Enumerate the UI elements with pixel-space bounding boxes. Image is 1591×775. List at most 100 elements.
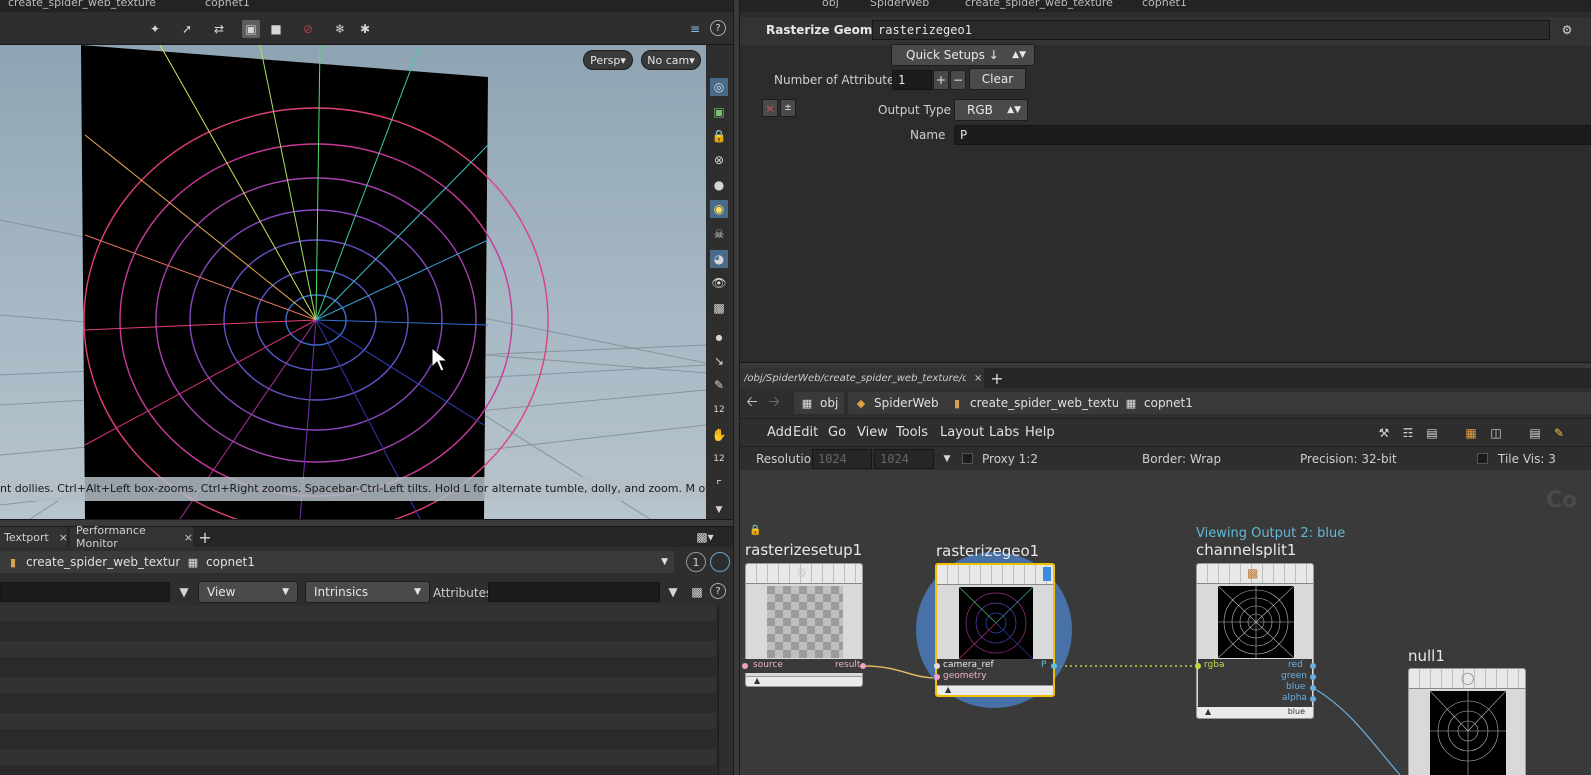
crumb-create-spider-web-texture[interactable]: ▮ create_spider_web_texture xyxy=(0,551,194,573)
view-tool-icon[interactable]: ◎ xyxy=(710,78,728,96)
top-crumb-texture[interactable]: create_spider_web_texture xyxy=(965,0,1113,9)
node-rasterizesetup1-title[interactable]: rasterizesetup1 xyxy=(745,541,862,559)
quick-setups-menu[interactable]: Quick Setups ↓ ▲▼ xyxy=(891,44,1035,66)
add-tab-icon[interactable]: + xyxy=(988,369,1006,388)
spreadsheet-table[interactable] xyxy=(0,605,733,775)
construction-plane-icon[interactable]: ⌜ xyxy=(710,476,728,494)
port-rgba[interactable] xyxy=(1195,663,1201,669)
move-tool-icon[interactable]: ➚ xyxy=(178,20,196,38)
node-header[interactable]: ⚙ xyxy=(746,564,862,584)
cam-menu[interactable]: No cam ▾ xyxy=(641,50,701,70)
port-green[interactable] xyxy=(1310,674,1316,680)
number-display-icon-2[interactable]: 12 xyxy=(710,450,728,468)
menu-labs[interactable]: Labs xyxy=(989,425,1019,440)
node-null1[interactable]: ◯ xyxy=(1408,668,1526,775)
pin-icon[interactable] xyxy=(710,552,730,572)
visibility-icon[interactable]: 👁 xyxy=(710,274,728,292)
remove-attribute-button[interactable]: − xyxy=(950,70,966,90)
pane-menu-icon[interactable]: ▩▾ xyxy=(696,528,714,546)
tab-textport[interactable]: Textport × xyxy=(0,527,68,547)
pane-divider-vertical[interactable] xyxy=(733,0,740,775)
xray-icon[interactable]: ◕ xyxy=(710,250,728,268)
dot-icon[interactable]: ● xyxy=(710,328,728,346)
res-width-field[interactable]: 1024 xyxy=(812,449,872,469)
view-menu[interactable]: View ▼ xyxy=(198,581,298,603)
port-camera-ref[interactable] xyxy=(934,663,940,669)
port-red[interactable] xyxy=(1310,663,1316,669)
top-crumb-spiderweb[interactable]: SpiderWeb xyxy=(870,0,929,9)
tab-close-icon[interactable]: × xyxy=(59,531,68,544)
wrench-icon[interactable]: ⚒ xyxy=(1375,424,1393,442)
transform-tool-icon[interactable]: ⇄ xyxy=(210,20,228,38)
camera-menu[interactable]: Persp ▾ xyxy=(583,50,633,70)
display-mode-icon[interactable]: ▣ xyxy=(242,20,260,38)
menu-tools[interactable]: Tools xyxy=(896,425,928,440)
network-editor[interactable]: Co 🔒 rasterizesetup1 ⚙ ▲ source result r… xyxy=(740,470,1591,775)
expand-icon[interactable]: ▲ xyxy=(754,676,760,685)
crumb-dropdown-icon[interactable]: ▼ xyxy=(661,557,668,567)
handle-tool-icon[interactable]: ▣ xyxy=(710,103,728,121)
crumb-copnet1[interactable]: ▦ copnet1 xyxy=(1118,392,1591,414)
table-row[interactable] xyxy=(0,623,716,639)
shading-icon[interactable]: ● xyxy=(710,176,728,194)
res-dropdown-icon[interactable]: ▼ xyxy=(938,450,956,468)
precision-label[interactable]: Precision: 32-bit xyxy=(1300,452,1397,466)
border-label[interactable]: Border: Wrap xyxy=(1142,452,1221,466)
crumb-spiderweb[interactable]: ◆ SpiderWeb xyxy=(848,392,945,414)
crumb-create-spider-web-texture[interactable]: ▮ create_spider_web_texture xyxy=(944,392,1138,414)
node-name-field[interactable]: rasterizegeo1 xyxy=(872,20,1550,40)
num-attributes-field[interactable]: 1 xyxy=(892,70,932,90)
crumb-copnet1[interactable]: ▦ copnet1 ▼ xyxy=(180,551,674,573)
node-header[interactable] xyxy=(937,565,1053,585)
tree-view-icon[interactable]: ☶ xyxy=(1399,424,1417,442)
node-header[interactable]: ◯ xyxy=(1409,669,1525,689)
attributes-filter-input[interactable] xyxy=(488,582,660,602)
node-channelsplit1-title[interactable]: channelsplit1 xyxy=(1196,541,1296,559)
menu-help[interactable]: Help xyxy=(1025,425,1055,440)
port-result[interactable] xyxy=(860,663,866,669)
tilevis-checkbox[interactable] xyxy=(1477,453,1488,464)
number-display-icon-1[interactable]: 12 xyxy=(710,401,728,419)
table-row[interactable] xyxy=(0,659,716,675)
expand-icon[interactable]: ▲ xyxy=(1205,707,1211,716)
name-field[interactable]: P xyxy=(954,125,1591,145)
tab-performance-monitor[interactable]: Performance Monitor × xyxy=(70,524,193,550)
node-rasterizegeo1-title[interactable]: rasterizegeo1 xyxy=(936,542,1039,560)
render-icon[interactable]: ✱ xyxy=(356,20,374,38)
template-icon[interactable]: ☠ xyxy=(710,225,728,243)
expand-icon[interactable]: ▲ xyxy=(945,685,951,694)
top-crumb-obj[interactable]: obj xyxy=(822,0,839,9)
help-icon[interactable]: ? xyxy=(710,20,726,36)
proxy-checkbox[interactable] xyxy=(962,453,973,464)
hand-icon[interactable]: ✋ xyxy=(710,426,728,444)
display-flag[interactable] xyxy=(1043,567,1051,581)
attribute-filter-icon[interactable]: ▼ xyxy=(664,583,682,601)
stop-icon[interactable]: ⊘ xyxy=(299,20,317,38)
table-row[interactable] xyxy=(0,677,716,693)
menu-layout[interactable]: Layout xyxy=(940,425,984,440)
add-attribute-button[interactable]: + xyxy=(933,70,949,90)
top-crumb-copnet[interactable]: copnet1 xyxy=(1142,0,1187,9)
crumb-obj[interactable]: ▦ obj xyxy=(794,392,845,414)
tab-close-icon[interactable]: × xyxy=(184,531,193,544)
spreadsheet-options-icon[interactable]: ▩ xyxy=(688,583,706,601)
remove-multiparm-button[interactable]: × xyxy=(762,99,778,117)
camera-icon[interactable]: ▩ xyxy=(710,299,728,317)
menu-view[interactable]: View xyxy=(857,425,888,440)
layout-options-icon[interactable]: ≡ xyxy=(686,20,704,38)
clear-button[interactable]: Clear xyxy=(969,68,1026,90)
menu-edit[interactable]: Edit xyxy=(793,425,818,440)
left-top-tab-1[interactable]: create_spider_web_texture xyxy=(8,0,156,9)
brush-icon[interactable]: ↘ xyxy=(710,352,728,370)
forward-icon[interactable]: 🡢 xyxy=(765,394,783,412)
page-number[interactable]: 1 xyxy=(686,552,706,572)
tab-close-icon[interactable]: × xyxy=(974,373,982,384)
menu-go[interactable]: Go xyxy=(828,425,846,440)
insert-multiparm-button[interactable]: ± xyxy=(780,99,796,117)
filter-icon[interactable]: ▼ xyxy=(175,583,193,601)
pen-icon[interactable]: ✎ xyxy=(710,376,728,394)
table-row[interactable] xyxy=(0,641,716,657)
port-p[interactable] xyxy=(1051,663,1057,669)
back-icon[interactable]: 🡠 xyxy=(743,394,761,412)
table-row[interactable] xyxy=(0,713,716,729)
